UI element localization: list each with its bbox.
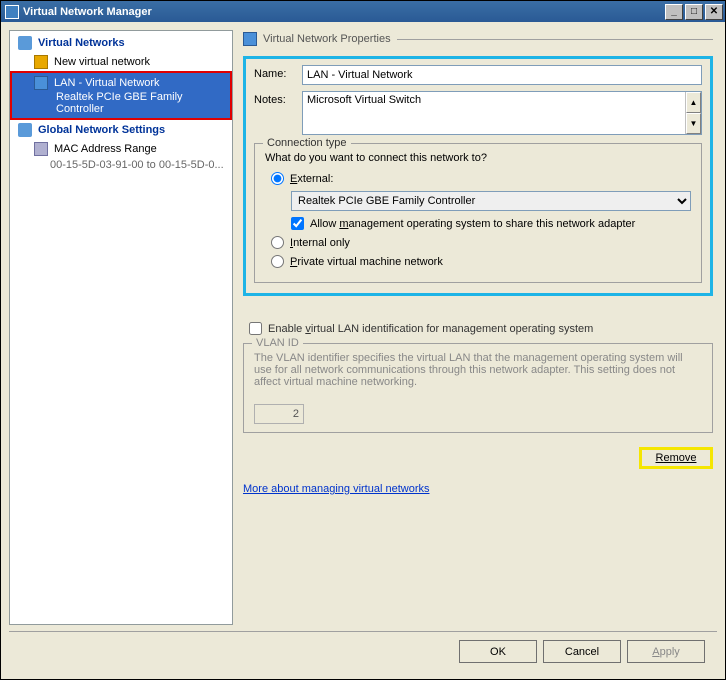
sidebar-item-lan-network[interactable]: LAN - Virtual Network Realtek PCIe GBE F… (10, 71, 232, 120)
divider (397, 39, 713, 40)
vlan-section: Enable virtual LAN identification for ma… (243, 316, 713, 433)
new-network-label: New virtual network (54, 56, 150, 68)
section-title-text: Virtual Network Properties (263, 33, 391, 45)
name-input[interactable] (302, 65, 702, 85)
sidebar-item-mac-range[interactable]: MAC Address Range (10, 140, 232, 158)
name-label: Name: (254, 65, 294, 80)
vlan-desc: The VLAN identifier specifies the virtua… (254, 352, 702, 388)
new-network-icon (34, 55, 48, 69)
ok-button[interactable]: OK (459, 640, 537, 663)
allow-mgmt-label: Allow management operating system to sha… (310, 218, 635, 230)
adapter-select[interactable]: Realtek PCIe GBE Family Controller (291, 191, 691, 211)
radio-private-label: Private virtual machine network (290, 256, 443, 268)
mac-range-value: 00-15-5D-03-91-00 to 00-15-5D-0... (10, 158, 232, 172)
vlan-id-input (254, 404, 304, 424)
radio-internal-label: Internal only (290, 237, 350, 249)
allow-mgmt-checkbox[interactable] (291, 217, 304, 230)
remove-row: Remove (243, 447, 713, 469)
name-row: Name: (254, 65, 702, 85)
connection-question: What do you want to connect this network… (265, 152, 691, 164)
section-label: Virtual Networks (38, 37, 125, 49)
properties-icon (243, 32, 257, 46)
notes-area: Microsoft Virtual Switch ▲ ▼ (302, 91, 702, 135)
close-button[interactable]: ✕ (705, 4, 723, 20)
section-icon (18, 123, 32, 137)
remove-button[interactable]: Remove (639, 447, 713, 469)
radio-external-input[interactable] (271, 172, 284, 185)
sidebar: Virtual Networks New virtual network LAN… (9, 30, 233, 625)
sidebar-item-new-network[interactable]: New virtual network (10, 53, 232, 71)
network-name: LAN - Virtual Network (54, 77, 160, 89)
radio-external-label: EExternal:xternal: (290, 173, 333, 185)
mac-label: MAC Address Range (54, 143, 157, 155)
radio-external[interactable]: EExternal:xternal: (265, 172, 691, 185)
notes-scrollbar[interactable]: ▲ ▼ (685, 92, 701, 134)
adapter-select-wrap: Realtek PCIe GBE Family Controller (291, 191, 691, 211)
titlebar[interactable]: Virtual Network Manager _ □ ✕ (1, 1, 725, 22)
more-info-link[interactable]: More about managing virtual networks (243, 483, 713, 495)
minimize-button[interactable]: _ (665, 4, 683, 20)
properties-highlight: Name: Notes: Microsoft Virtual Switch ▲ … (243, 56, 713, 296)
window-body: Virtual Networks New virtual network LAN… (1, 22, 725, 679)
maximize-button[interactable]: □ (685, 4, 703, 20)
network-icon (34, 76, 48, 90)
window-frame: Virtual Network Manager _ □ ✕ Virtual Ne… (0, 0, 726, 680)
notes-label: Notes: (254, 91, 294, 106)
window-title: Virtual Network Manager (23, 6, 663, 18)
connection-type-legend: Connection type (263, 137, 351, 149)
sidebar-section-virtual-networks: Virtual Networks (10, 33, 232, 53)
network-adapter-sub: Realtek PCIe GBE Family Controller (34, 91, 224, 115)
connection-type-fieldset: Connection type What do you want to conn… (254, 143, 702, 283)
main-row: Virtual Networks New virtual network LAN… (9, 30, 717, 625)
vlan-id-fieldset: VLAN ID The VLAN identifier specifies th… (243, 343, 713, 433)
content-panel: Virtual Network Properties Name: Notes: … (239, 30, 717, 625)
radio-private[interactable]: Private virtual machine network (265, 255, 691, 268)
notes-input[interactable]: Microsoft Virtual Switch (303, 92, 685, 134)
vlan-enable-label: Enable virtual LAN identification for ma… (268, 323, 593, 335)
radio-internal-input[interactable] (271, 236, 284, 249)
section-icon (18, 36, 32, 50)
cancel-button[interactable]: Cancel (543, 640, 621, 663)
scroll-down-icon[interactable]: ▼ (686, 113, 701, 134)
apply-button[interactable]: Apply (627, 640, 705, 663)
app-icon (5, 5, 19, 19)
notes-row: Notes: Microsoft Virtual Switch ▲ ▼ (254, 91, 702, 135)
mac-icon (34, 142, 48, 156)
vlan-legend: VLAN ID (252, 337, 303, 349)
radio-private-input[interactable] (271, 255, 284, 268)
section-label: Global Network Settings (38, 124, 165, 136)
scroll-up-icon[interactable]: ▲ (686, 92, 701, 113)
vlan-enable-row[interactable]: Enable virtual LAN identification for ma… (243, 322, 713, 335)
allow-mgmt-row[interactable]: Allow management operating system to sha… (265, 217, 691, 230)
dialog-footer: OK Cancel Apply (9, 631, 717, 671)
sidebar-section-global-settings: Global Network Settings (10, 120, 232, 140)
radio-internal[interactable]: Internal only (265, 236, 691, 249)
vlan-enable-checkbox[interactable] (249, 322, 262, 335)
section-title: Virtual Network Properties (243, 32, 713, 46)
